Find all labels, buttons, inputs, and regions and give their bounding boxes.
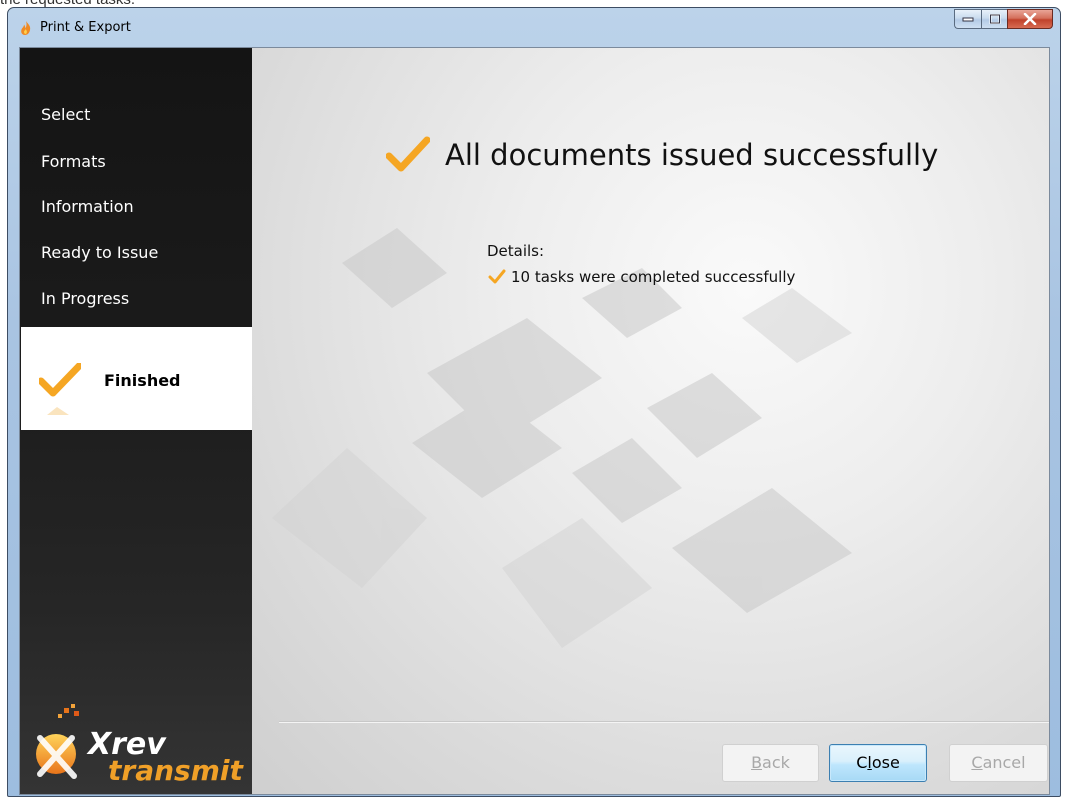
- task-checkmark-icon: [488, 269, 506, 284]
- xrev-transmit-logo: Xrev transmit: [30, 704, 250, 787]
- cancel-label-rest: ancel: [982, 753, 1026, 772]
- step-finished-label: Finished: [104, 371, 181, 390]
- step-information[interactable]: Information: [41, 197, 134, 216]
- minimize-button[interactable]: [954, 9, 981, 29]
- minimize-icon: [962, 17, 974, 22]
- result-headline: All documents issued successfully: [445, 138, 939, 172]
- back-label-rest: ack: [762, 753, 790, 772]
- checkmark-reflection-icon: [47, 407, 69, 415]
- window-controls: [954, 9, 1053, 29]
- step-in-progress[interactable]: In Progress: [41, 289, 129, 308]
- close-label-pre: C: [856, 753, 868, 772]
- step-formats[interactable]: Formats: [41, 152, 106, 171]
- window-title: Print & Export: [40, 20, 131, 35]
- print-export-window: Print & Export Select Formats Informatio…: [7, 7, 1061, 797]
- title-bar[interactable]: Print & Export: [8, 8, 1060, 47]
- close-label-rest: ose: [871, 753, 900, 772]
- wizard-client-area: Select Formats Information Ready to Issu…: [19, 47, 1050, 795]
- step-select[interactable]: Select: [41, 105, 90, 124]
- details-label: Details:: [487, 242, 545, 260]
- maximize-icon: [989, 14, 1000, 24]
- back-mnemonic: B: [751, 753, 763, 772]
- wizard-content: All documents issued successfully Detail…: [252, 48, 1049, 794]
- success-checkmark-icon: [386, 136, 430, 172]
- button-separator: [279, 721, 1049, 722]
- close-icon: [1023, 13, 1037, 25]
- step-finished[interactable]: Finished: [21, 327, 264, 430]
- flame-icon: [21, 21, 31, 35]
- step-ready-to-issue[interactable]: Ready to Issue: [41, 243, 158, 262]
- close-window-button[interactable]: [1007, 9, 1053, 29]
- checkmark-icon: [39, 363, 81, 397]
- close-button[interactable]: Close: [829, 744, 927, 782]
- task-summary: 10 tasks were completed successfully: [511, 268, 796, 286]
- maximize-button[interactable]: [981, 9, 1007, 29]
- cancel-mnemonic: C: [971, 753, 983, 772]
- back-button[interactable]: Back: [722, 744, 819, 782]
- cancel-button[interactable]: Cancel: [949, 744, 1048, 782]
- logo-wordmark-transmit: transmit: [108, 754, 244, 784]
